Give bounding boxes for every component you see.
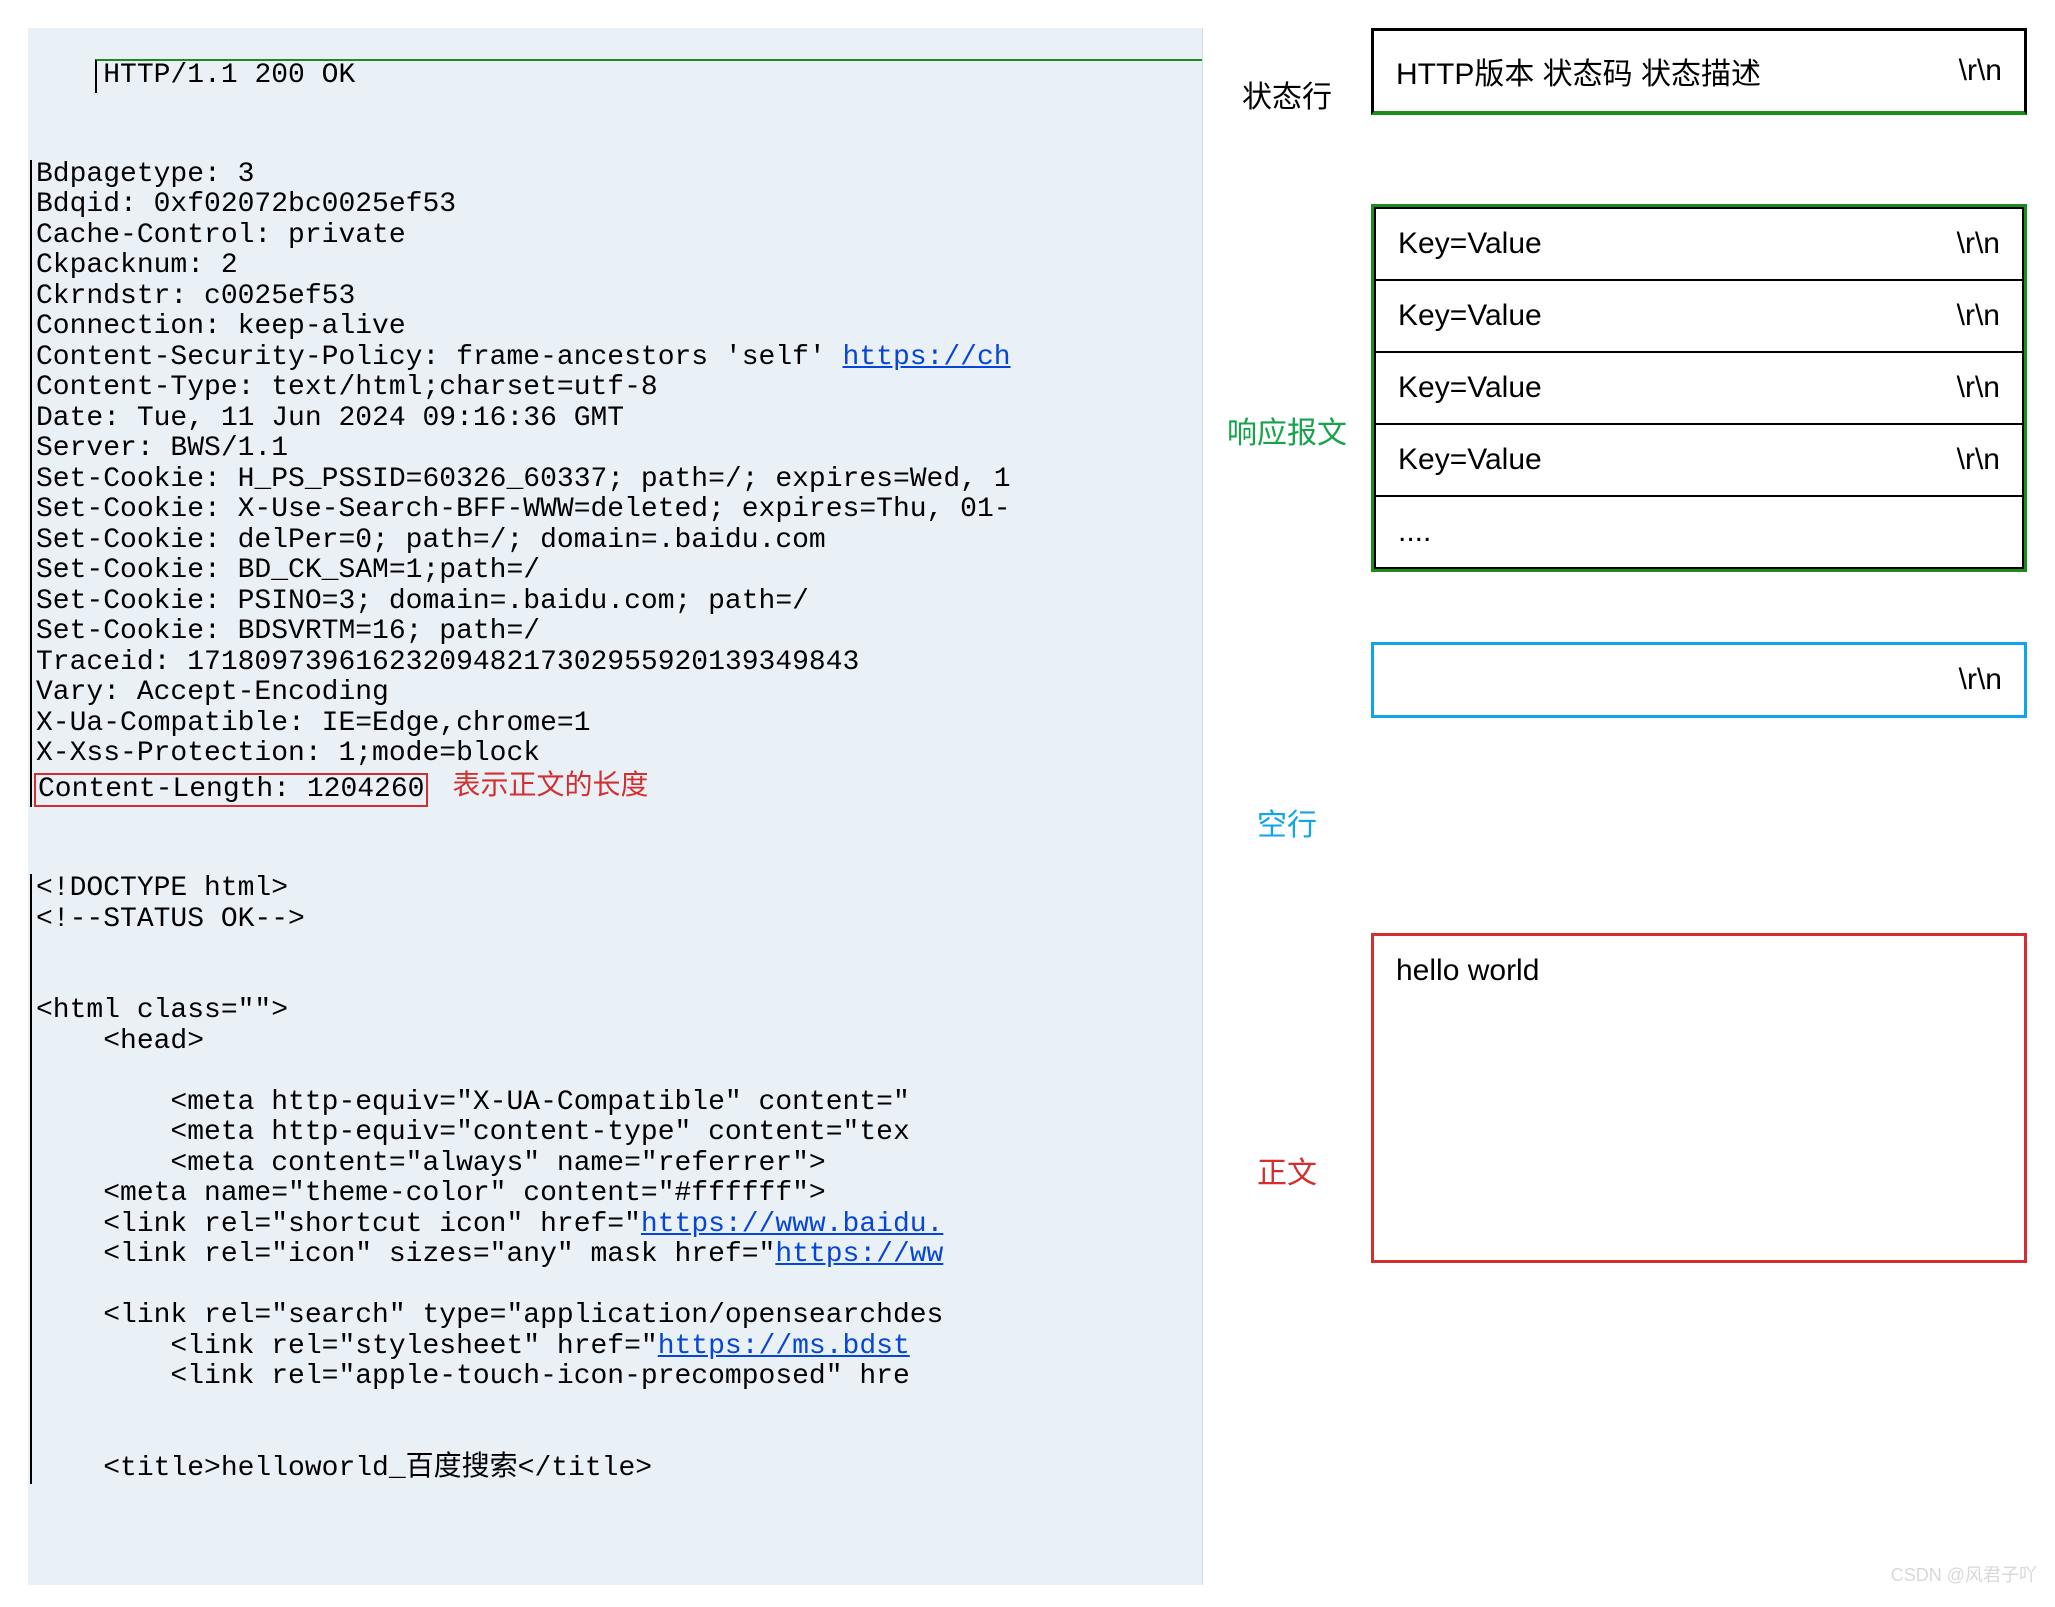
body-link-1[interactable]: https://www.baidu.: [641, 1209, 943, 1240]
label-blank-line: 空行: [1217, 800, 1357, 844]
crlf-text: \r\n: [1957, 299, 2000, 333]
crlf-text: \r\n: [1957, 371, 2000, 405]
status-line-box: HTTP/1.1 200 OK: [95, 59, 1203, 94]
body-text-4: <link rel="apple-touch-icon-precomposed"…: [36, 1361, 910, 1484]
csp-link[interactable]: https://ch: [843, 342, 1011, 373]
schematic-header-row: Key=Value \r\n: [1374, 351, 2024, 423]
schematic-header-ellipsis: ....: [1374, 495, 2024, 569]
response-headers-block: Bdpagetype: 3 Bdqid: 0xf02072bc0025ef53 …: [30, 160, 1202, 808]
headers-text-1: Bdpagetype: 3 Bdqid: 0xf02072bc0025ef53 …: [36, 159, 843, 373]
crlf-text: \r\n: [1957, 227, 2000, 261]
ellipsis-text: ....: [1398, 515, 1431, 549]
schematic-body: hello world: [1371, 933, 2027, 1263]
kv-text: Key=Value: [1398, 371, 1542, 405]
schematic-blank-line: \r\n: [1371, 642, 2027, 718]
body-link-2[interactable]: https://ww: [775, 1239, 943, 1270]
kv-text: Key=Value: [1398, 299, 1542, 333]
section-labels: 状态行 响应报文 空行 正文: [1217, 28, 1357, 1585]
body-example-text: hello world: [1396, 954, 1539, 987]
content-length-box: Content-Length: 1204260: [34, 773, 428, 808]
schematic-header-row: Key=Value \r\n: [1374, 207, 2024, 279]
label-status-line: 状态行: [1217, 72, 1357, 116]
crlf-text: \r\n: [1959, 54, 2002, 88]
kv-text: Key=Value: [1398, 227, 1542, 261]
body-text-1: <!DOCTYPE html> <!--STATUS OK--> <html c…: [36, 873, 910, 1240]
headers-text-2: Content-Type: text/html;charset=utf-8 Da…: [36, 372, 1011, 769]
content-length-text: Content-Length: 1204260: [38, 774, 424, 805]
schematic-header-row: Key=Value \r\n: [1374, 279, 2024, 351]
raw-http-response: HTTP/1.1 200 OK Bdpagetype: 3 Bdqid: 0xf…: [28, 28, 1203, 1585]
status-line-text: HTTP/1.1 200 OK: [103, 60, 355, 91]
label-body: 正文: [1217, 1148, 1357, 1192]
schematic-column: HTTP版本 状态码 状态描述 \r\n Key=Value \r\n Key=…: [1371, 28, 2027, 1585]
label-response-headers: 响应报文: [1217, 408, 1357, 452]
body-text-2: <link rel="icon" sizes="any" mask href=": [36, 1239, 775, 1270]
schematic-headers: Key=Value \r\n Key=Value \r\n Key=Value …: [1371, 204, 2027, 572]
watermark: CSDN @风君子吖: [1891, 1561, 2037, 1587]
schematic-status-text: HTTP版本 状态码 状态描述: [1396, 49, 1761, 93]
body-link-3[interactable]: https://ms.bdst: [658, 1331, 910, 1362]
kv-text: Key=Value: [1398, 443, 1542, 477]
crlf-text: \r\n: [1957, 443, 2000, 477]
crlf-text: \r\n: [1959, 663, 2002, 697]
schematic-status-line: HTTP版本 状态码 状态描述 \r\n: [1371, 28, 2027, 115]
response-body-block: <!DOCTYPE html> <!--STATUS OK--> <html c…: [30, 874, 1202, 1484]
schematic-header-row: Key=Value \r\n: [1374, 423, 2024, 495]
content-length-note: 表示正文的长度: [452, 770, 648, 801]
